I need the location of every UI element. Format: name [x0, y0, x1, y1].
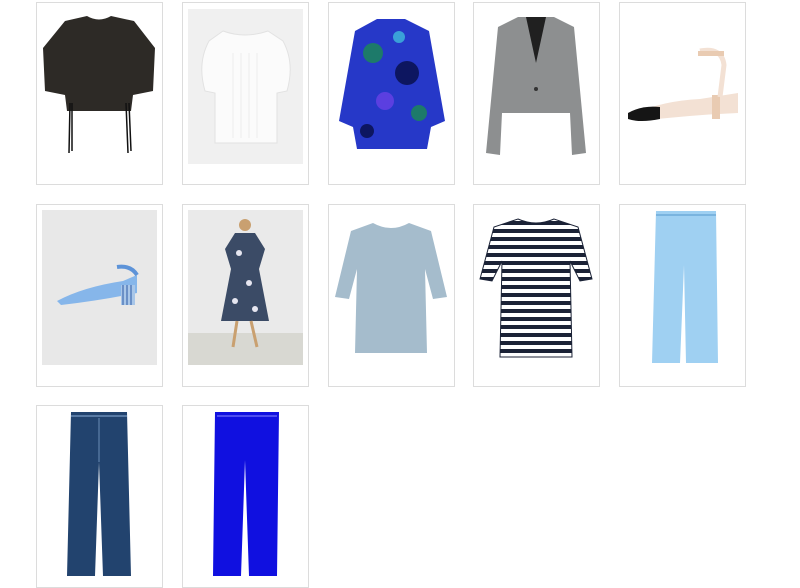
product-image-light-blue-tshirt [329, 205, 454, 386]
product-image-blue-slingback-pumps [37, 205, 162, 386]
product-card-light-blue-trousers[interactable] [619, 204, 746, 387]
product-image-dark-denim-jeans [37, 406, 162, 587]
product-image-floral-wrap-dress [183, 205, 308, 386]
product-image-light-blue-trousers [620, 205, 745, 386]
product-card-cobalt-blue-trousers[interactable] [182, 405, 309, 588]
product-image-black-cropped-top [37, 3, 162, 184]
product-image-striped-tshirt [474, 205, 599, 386]
product-card-blue-slingback-pumps[interactable] [36, 204, 163, 387]
product-image-white-puff-sleeve-top [183, 3, 308, 184]
product-image-grey-blazer [474, 3, 599, 184]
product-card-dark-denim-jeans[interactable] [36, 405, 163, 588]
product-grid [0, 0, 800, 588]
product-card-light-blue-tshirt[interactable] [328, 204, 455, 387]
product-card-white-puff-sleeve-top[interactable] [182, 2, 309, 185]
product-card-black-cropped-top[interactable] [36, 2, 163, 185]
product-card-grey-blazer[interactable] [473, 2, 600, 185]
product-card-blue-floral-blouse[interactable] [328, 2, 455, 185]
product-image-cream-slingback-heels [620, 3, 745, 184]
product-image-cobalt-blue-trousers [183, 406, 308, 587]
product-card-floral-wrap-dress[interactable] [182, 204, 309, 387]
product-card-striped-tshirt[interactable] [473, 204, 600, 387]
product-image-blue-floral-blouse [329, 3, 454, 184]
product-card-cream-slingback-heels[interactable] [619, 2, 746, 185]
